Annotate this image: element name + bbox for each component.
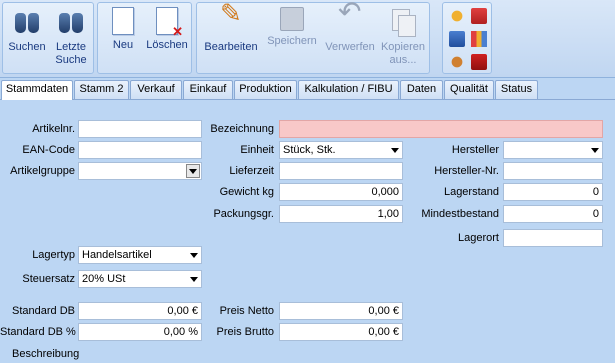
tab-produktion[interactable]: Produktion xyxy=(234,80,297,99)
speichern-button[interactable]: Speichern xyxy=(263,7,321,48)
verwerfen-label: Verwerfen xyxy=(325,41,375,53)
letzte-suche-button[interactable]: Letzte Suche xyxy=(49,7,93,67)
gewicht-field[interactable]: 0,000 xyxy=(279,183,403,201)
ean-field[interactable] xyxy=(78,141,202,159)
kopieren-label-line1: Kopieren xyxy=(380,41,426,53)
tab-stamm-2[interactable]: Stamm 2 xyxy=(74,80,129,99)
gewicht-label: Gewicht kg xyxy=(219,186,274,198)
mindestbestand-label: Mindestbestand xyxy=(421,208,499,220)
bearbeiten-label: Bearbeiten xyxy=(204,41,258,53)
save-disk-icon xyxy=(280,7,304,31)
kopieren-button[interactable]: Kopieren aus... xyxy=(377,7,429,67)
edit-group: Bearbeiten Speichern Verwerfen Kopieren … xyxy=(196,2,430,74)
standard-db-pct-field[interactable]: 0,00 % xyxy=(78,323,202,341)
lagerort-label: Lagerort xyxy=(458,232,499,244)
chevron-down-icon[interactable] xyxy=(186,164,200,178)
tab-einkauf[interactable]: Einkauf xyxy=(183,80,233,99)
tab-status[interactable]: Status xyxy=(495,80,538,99)
lieferzeit-label: Lieferzeit xyxy=(229,165,274,177)
binoculars-icon xyxy=(12,7,42,37)
beschreibung-label: Beschreibung xyxy=(12,348,80,360)
letzte-suche-label-line2: Suche xyxy=(55,54,87,66)
hersteller-label: Hersteller xyxy=(451,144,499,156)
tab-verkauf[interactable]: Verkauf xyxy=(130,80,182,99)
new-document-icon xyxy=(112,7,134,35)
chevron-down-icon xyxy=(591,148,599,153)
artikelnr-label: Artikelnr. xyxy=(32,123,75,135)
chevron-down-icon xyxy=(391,148,399,153)
tab-bar: Stammdaten Stamm 2 Verkauf Einkauf Produ… xyxy=(0,80,615,100)
herstellernr-field[interactable] xyxy=(503,162,603,180)
speichern-label: Speichern xyxy=(267,35,317,47)
search-group: Suchen Letzte Suche xyxy=(2,2,94,74)
ean-label: EAN-Code xyxy=(22,144,75,156)
standard-db-field[interactable]: 0,00 € xyxy=(78,302,202,320)
chevron-down-icon xyxy=(190,277,198,282)
list-icon[interactable] xyxy=(449,31,465,47)
standard-db-pct-label: Standard DB % xyxy=(0,326,76,338)
tools-icon[interactable] xyxy=(449,54,465,70)
verwerfen-button[interactable]: Verwerfen xyxy=(321,5,379,54)
help-icon[interactable] xyxy=(449,8,465,24)
lagertyp-label: Lagertyp xyxy=(32,249,75,261)
packungsgr-label: Packungsgr. xyxy=(213,208,274,220)
kopieren-label-line2: aus... xyxy=(389,54,417,66)
bezeichnung-field[interactable] xyxy=(279,120,603,138)
lagerstand-field[interactable]: 0 xyxy=(503,183,603,201)
mindestbestand-field[interactable]: 0 xyxy=(503,205,603,223)
toolbar: Suchen Letzte Suche Neu Löschen Bearbeit… xyxy=(0,0,615,78)
artikelgruppe-label: Artikelgruppe xyxy=(10,165,75,177)
record-group: Neu Löschen xyxy=(97,2,192,74)
neu-button[interactable]: Neu xyxy=(104,7,142,52)
tab-stammdaten[interactable]: Stammdaten xyxy=(1,80,73,100)
tab-daten[interactable]: Daten xyxy=(400,80,443,99)
steuersatz-select[interactable]: 20% USt xyxy=(78,270,202,288)
lagertyp-value: Handelsartikel xyxy=(82,249,152,261)
packungsgr-field[interactable]: 1,00 xyxy=(279,205,403,223)
tab-qualitaet[interactable]: Qualität xyxy=(444,80,494,99)
preis-netto-field[interactable]: 0,00 € xyxy=(279,302,403,320)
preis-brutto-field[interactable]: 0,00 € xyxy=(279,323,403,341)
hersteller-select[interactable] xyxy=(503,141,603,159)
einheit-label: Einheit xyxy=(240,144,274,156)
delete-document-icon xyxy=(156,7,183,38)
bearbeiten-button[interactable]: Bearbeiten xyxy=(201,7,261,54)
loeschen-label: Löschen xyxy=(146,39,188,51)
herstellernr-label: Hersteller-Nr. xyxy=(434,165,499,177)
standard-db-label: Standard DB xyxy=(12,305,75,317)
lagerort-field[interactable] xyxy=(503,229,603,247)
chart-icon[interactable] xyxy=(471,31,487,47)
edit-pencil-icon xyxy=(216,7,246,37)
extras-group xyxy=(442,2,492,74)
preis-brutto-label: Preis Brutto xyxy=(216,326,274,338)
tab-kalkulation-fibu[interactable]: Kalkulation / FIBU xyxy=(298,80,399,99)
binoculars-refresh-icon xyxy=(56,7,86,37)
lagerstand-label: Lagerstand xyxy=(443,186,499,198)
steuersatz-value: 20% USt xyxy=(82,273,126,285)
copy-icon xyxy=(388,7,418,37)
chevron-down-icon xyxy=(190,253,198,258)
report-icon[interactable] xyxy=(471,54,487,70)
bezeichnung-label: Bezeichnung xyxy=(210,123,274,135)
neu-label: Neu xyxy=(112,39,134,51)
tab-divider xyxy=(0,99,615,100)
loeschen-button[interactable]: Löschen xyxy=(144,7,190,52)
einheit-select[interactable]: Stück, Stk. xyxy=(279,141,403,159)
einheit-value: Stück, Stk. xyxy=(283,144,336,156)
export-icon[interactable] xyxy=(471,8,487,24)
lieferzeit-field[interactable] xyxy=(279,162,403,180)
artikelnr-field[interactable] xyxy=(78,120,202,138)
letzte-suche-label-line1: Letzte xyxy=(56,41,86,53)
suchen-label: Suchen xyxy=(8,41,46,53)
undo-arrow-icon xyxy=(335,5,365,37)
suchen-button[interactable]: Suchen xyxy=(6,7,48,54)
artikelgruppe-select[interactable] xyxy=(78,162,202,180)
preis-netto-label: Preis Netto xyxy=(219,305,274,317)
lagertyp-select[interactable]: Handelsartikel xyxy=(78,246,202,264)
steuersatz-label: Steuersatz xyxy=(22,273,75,285)
